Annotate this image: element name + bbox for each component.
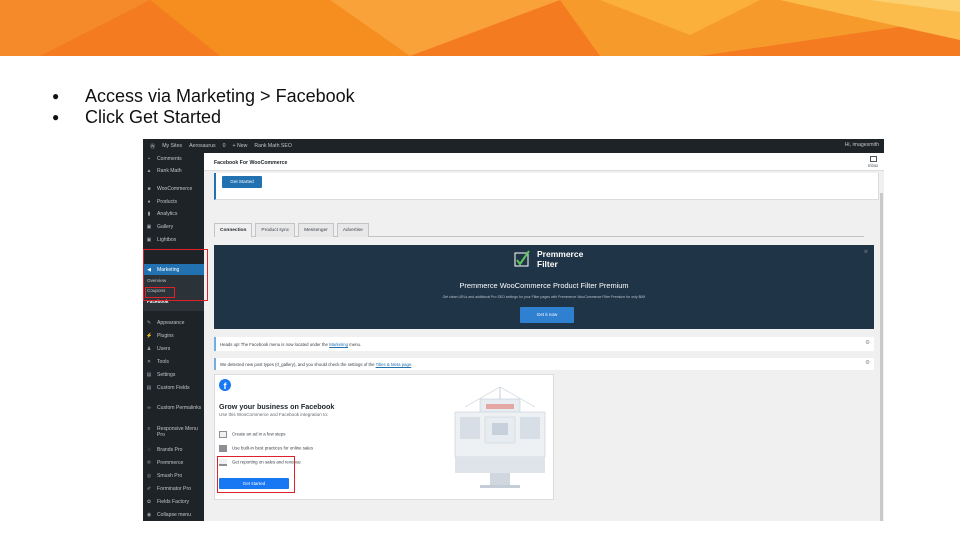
marketing-link[interactable]: Marketing: [329, 342, 348, 347]
admin-bar: Ⓦ My Sites Aerosaurus 0 + New Rank Math …: [143, 139, 884, 153]
facebook-highlight-box: [145, 287, 175, 298]
menu-icon: ≡: [147, 426, 151, 432]
promo-subtext: Get clean URLs and additional Pro SEO se…: [442, 295, 646, 299]
admin-sidebar: ▪ Comments ▲ Rank Math ■ WooCommerce ● Produ…: [143, 153, 204, 521]
comment-icon: ▪: [148, 156, 150, 162]
main-content: Facebook For WooCommerce Inbox Get Start…: [204, 153, 884, 521]
sidebar-item-lightbox[interactable]: ▣ Lightbox: [143, 237, 204, 243]
premmerce-logo-icon: [514, 250, 530, 267]
sidebar-item-appearance[interactable]: ✎ Appearance: [143, 320, 204, 326]
tab-messenger[interactable]: Messenger: [298, 223, 334, 237]
tab-product-sync[interactable]: Product sync: [255, 223, 296, 237]
facebook-logo-icon: f: [219, 379, 231, 391]
sidebar-item-rank-math[interactable]: ▲ Rank Math: [143, 168, 204, 174]
titles-meta-link[interactable]: Titles & Meta page: [376, 362, 412, 367]
page-header: Facebook For WooCommerce Inbox: [204, 153, 884, 171]
admin-bar-my-sites[interactable]: My Sites: [162, 143, 182, 149]
scrollbar[interactable]: [880, 193, 883, 521]
link-icon: ∞: [147, 405, 151, 411]
sidebar-item-gallery[interactable]: ▣ Gallery: [143, 224, 204, 230]
sidebar-item-smush-pro[interactable]: ◎ Smush Pro: [143, 473, 204, 479]
get-it-now-button[interactable]: Get it now: [520, 307, 574, 323]
sidebar-item-brands-pro[interactable]: ♢ Brands Pro: [143, 447, 204, 453]
slide-banner: [0, 0, 960, 56]
sidebar-item-collapse-menu[interactable]: ◉ Collapse menu: [143, 512, 204, 518]
dismiss-icon[interactable]: ⚙: [865, 340, 870, 346]
feature-item: Create an ad in a few steps: [219, 431, 285, 438]
settings-icon: ▤: [146, 372, 152, 378]
slide: Access via Marketing > Facebook Click Ge…: [0, 0, 960, 540]
gallery-icon: ▣: [146, 224, 152, 230]
lightbox-icon: ▣: [146, 237, 152, 243]
wp-admin-screenshot: Ⓦ My Sites Aerosaurus 0 + New Rank Math …: [143, 139, 884, 521]
smush-icon: ◎: [146, 473, 152, 479]
sidebar-item-comments[interactable]: ▪ Comments: [143, 156, 204, 162]
wrench-icon: ✕: [146, 359, 152, 365]
inbox-icon: [869, 156, 877, 162]
bar-chart-icon: ▮: [147, 211, 151, 217]
sidebar-item-responsive-menu-pro[interactable]: ≡ Responsive Menu Pro: [143, 426, 203, 438]
form-icon: ✐: [146, 486, 152, 492]
get-started-highlight-box: [217, 456, 295, 493]
factory-icon: ✿: [146, 499, 152, 505]
admin-bar-rank-math[interactable]: Rank Math SEO: [254, 143, 291, 149]
chart-icon: ▲: [146, 168, 152, 174]
post-types-notice: We detected new post types (rl_gallery),…: [214, 358, 874, 370]
facebook-card-subtitle: Use this WooCommerce and Facebook integr…: [219, 412, 329, 417]
wordpress-logo-icon[interactable]: Ⓦ: [150, 143, 155, 150]
sidebar-item-products[interactable]: ● Products: [143, 199, 204, 205]
inbox-button[interactable]: Inbox: [868, 156, 878, 168]
woo-icon: ■: [147, 186, 151, 192]
collapse-icon: ◉: [146, 512, 152, 518]
premmerce-promo: Premmerce Filter ⊗ Premmerce WooCommerce…: [214, 245, 874, 329]
close-icon[interactable]: ⊗: [864, 249, 868, 255]
settings-tabs: Connection Product sync Messenger Advert…: [214, 223, 864, 237]
sidebar-item-forminator-pro[interactable]: ✐ Forminator Pro: [143, 486, 204, 492]
dismiss-icon[interactable]: ⚙: [865, 360, 870, 366]
storefront-illustration: [454, 387, 546, 488]
admin-bar-site-name[interactable]: Aerosaurus: [189, 143, 216, 149]
sidebar-item-fields-factory[interactable]: ✿ Fields Factory: [143, 499, 204, 505]
top-get-started-button[interactable]: Get Started: [222, 176, 262, 188]
premmerce-logo-text: Premmerce Filter: [537, 249, 584, 269]
box-icon: ●: [147, 199, 151, 205]
tab-connection[interactable]: Connection: [214, 223, 253, 237]
sidebar-item-analytics[interactable]: ▮ Analytics: [143, 211, 204, 217]
admin-bar-greeting[interactable]: Hi, imagesmith: [845, 142, 879, 148]
plug-icon: ⚡: [146, 333, 153, 339]
sidebar-item-settings[interactable]: ▤ Settings: [143, 372, 204, 378]
user-icon: ♟: [146, 346, 152, 352]
feature-item: Use built-in best practices for online s…: [219, 445, 313, 452]
brush-icon: ✎: [146, 320, 152, 326]
tab-advertise[interactable]: Advertise: [336, 223, 369, 237]
tag-icon: ♢: [146, 447, 152, 453]
p-icon: ℗: [147, 460, 151, 466]
ad-icon: [219, 431, 227, 438]
sidebar-item-tools[interactable]: ✕ Tools: [143, 359, 204, 365]
admin-bar-comments-count[interactable]: 0: [223, 143, 226, 149]
bullet-item: Access via Marketing > Facebook: [52, 86, 355, 107]
bullet-item: Click Get Started: [52, 107, 355, 128]
sidebar-item-woocommerce[interactable]: ■ WooCommerce: [143, 186, 204, 192]
promo-headline: Premmerce WooCommerce Product Filter Pre…: [459, 281, 629, 290]
admin-bar-new[interactable]: + New: [233, 143, 248, 149]
sidebar-item-plugins[interactable]: ⚡ Plugins: [143, 333, 204, 339]
sidebar-item-premmerce[interactable]: ℗ Premmerce: [143, 460, 204, 466]
marketing-notice: Heads up! The Facebook menu is now locat…: [214, 337, 874, 351]
get-started-banner: Get Started: [214, 173, 879, 200]
sidebar-item-custom-permalinks[interactable]: ∞ Custom Permalinks: [143, 405, 203, 411]
sidebar-item-users[interactable]: ♟ Users: [143, 346, 204, 352]
bullet-list: Access via Marketing > Facebook Click Ge…: [52, 86, 355, 128]
facebook-card-title: Grow your business on Facebook: [219, 402, 335, 411]
page-title: Facebook For WooCommerce: [214, 160, 288, 166]
bag-icon: [219, 445, 227, 452]
sidebar-item-custom-fields[interactable]: ▤ Custom Fields: [143, 385, 204, 391]
fields-icon: ▤: [146, 385, 152, 391]
